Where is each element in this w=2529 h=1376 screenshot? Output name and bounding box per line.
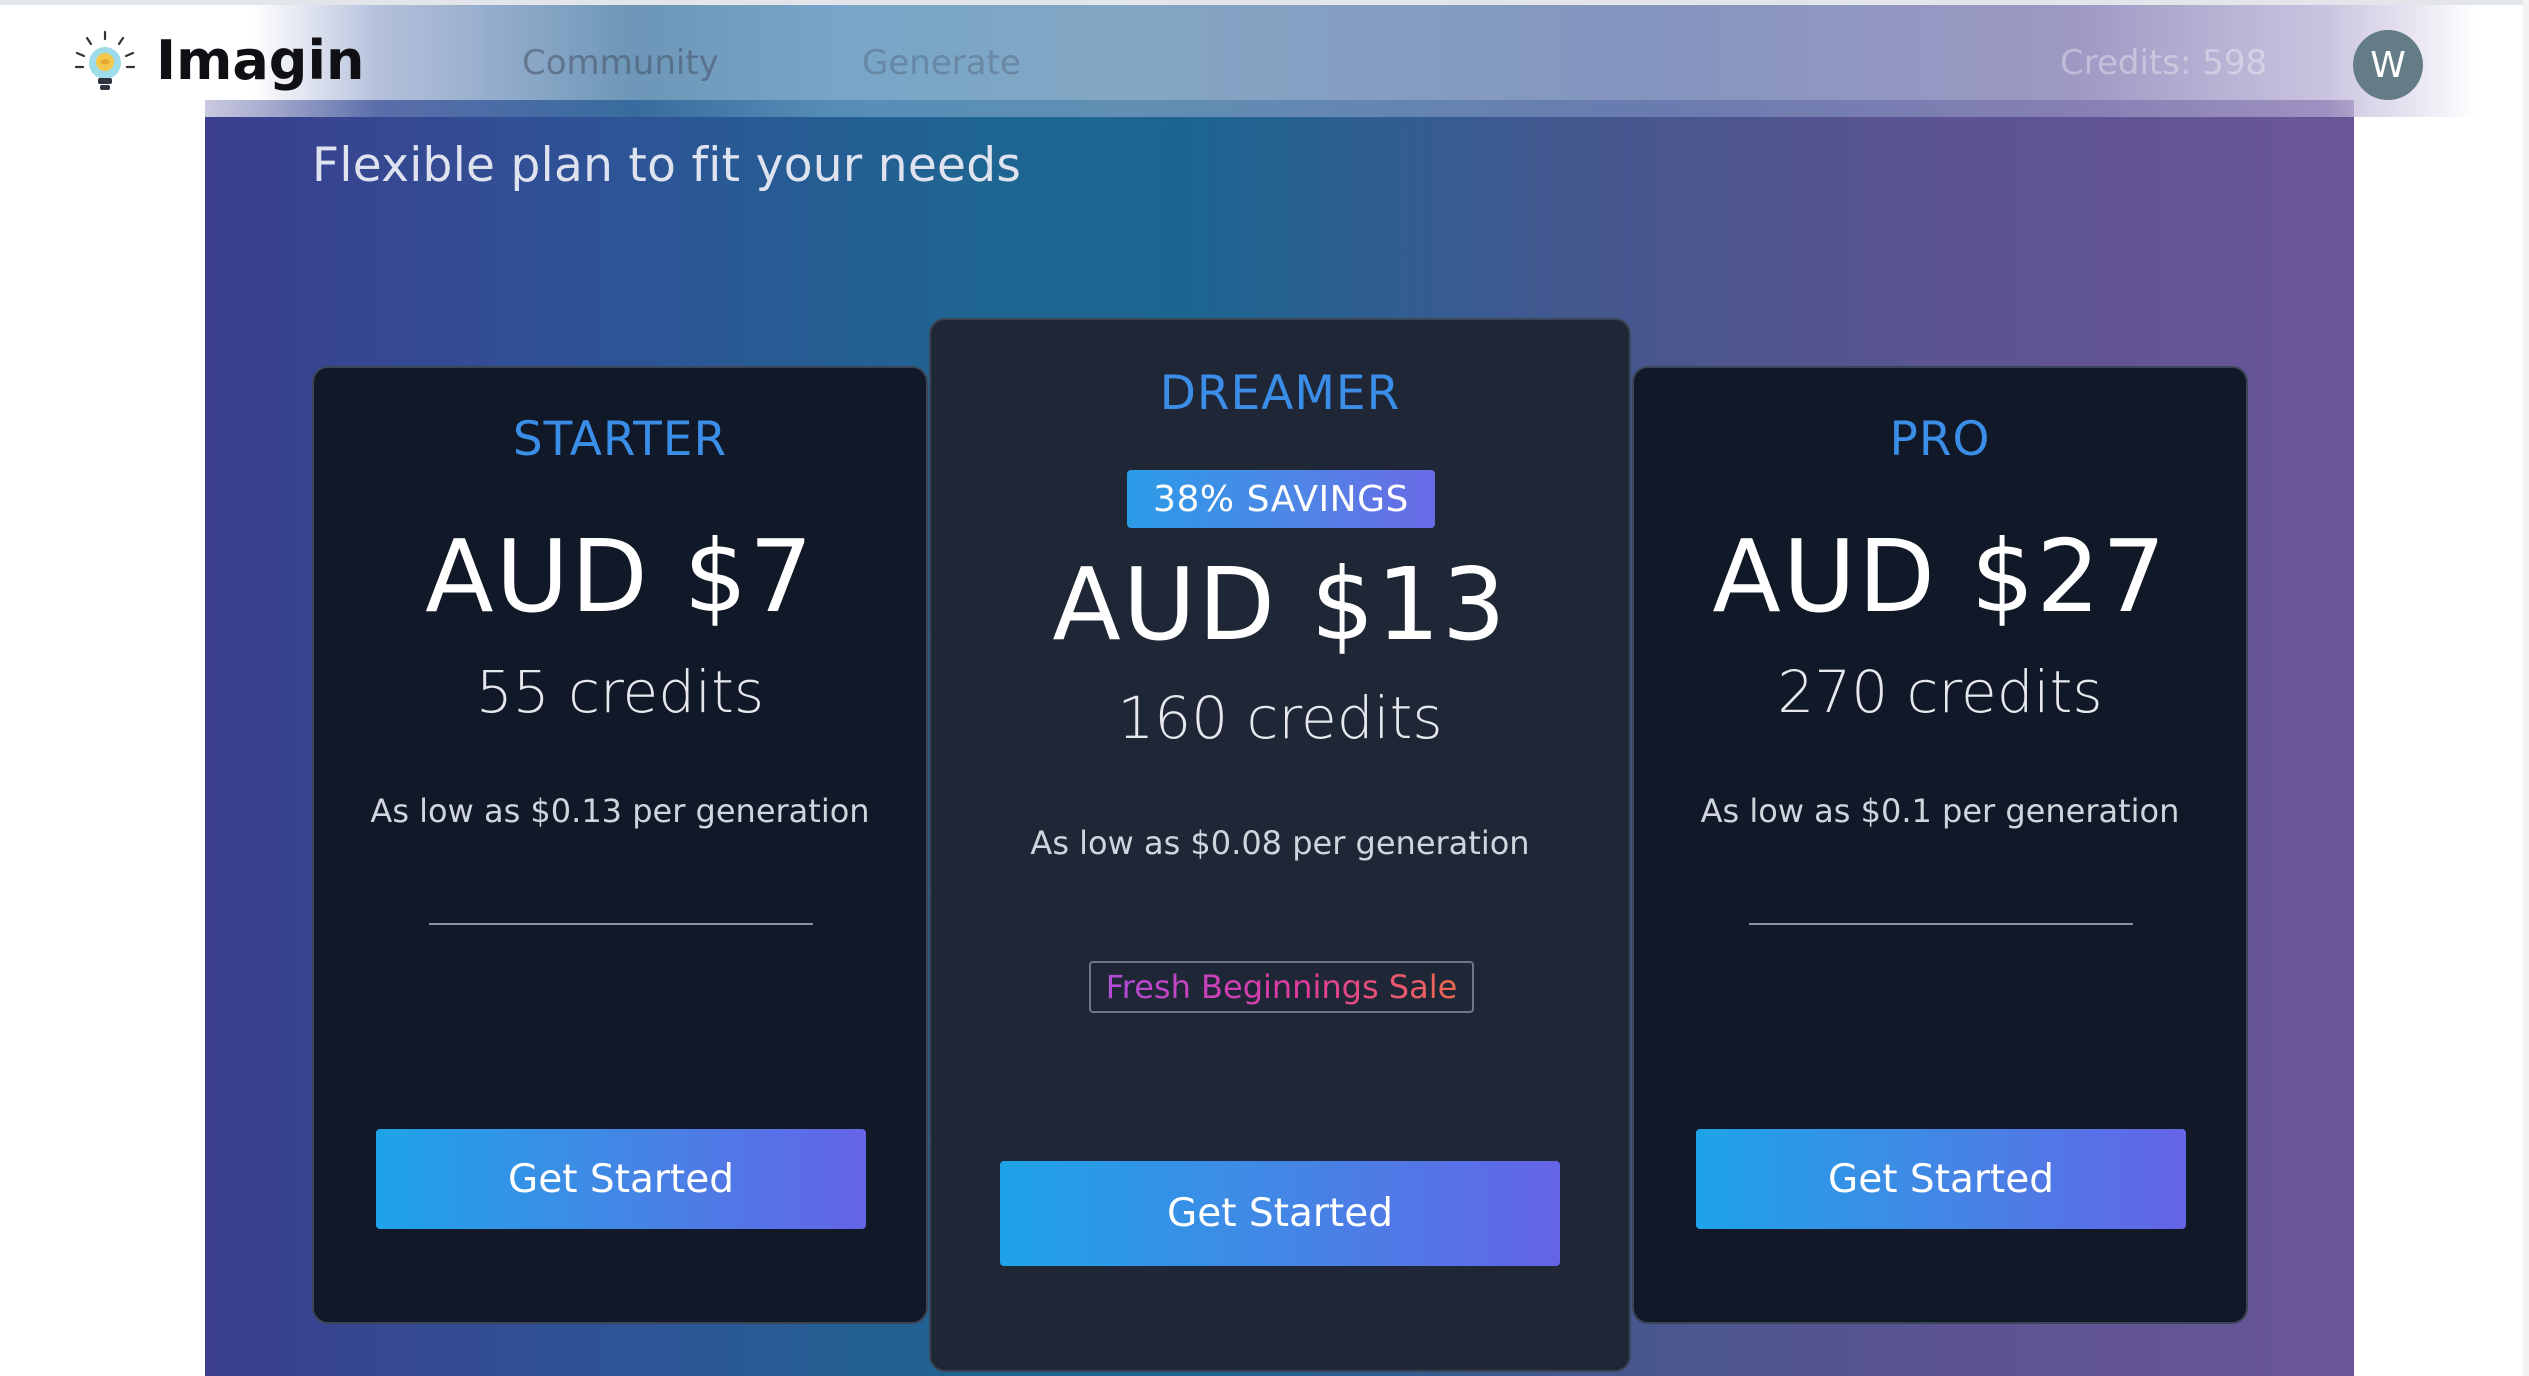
get-started-button-pro[interactable]: Get Started [1696, 1129, 2186, 1229]
plan-card-dreamer: DREAMER 38% SAVINGS AUD $13 160 credits … [929, 318, 1631, 1372]
promo-badge: Fresh Beginnings Sale [1089, 961, 1474, 1013]
plan-per-generation: As low as $0.1 per generation [1700, 792, 2180, 830]
plan-per-generation: As low as $0.08 per generation [1030, 824, 1530, 862]
divider [1749, 923, 2133, 925]
pricing-headline: Flexible plan to fit your needs [312, 138, 1022, 193]
page-scrollbar[interactable] [2523, 0, 2529, 1376]
plan-credits: 270 credits [1777, 658, 2103, 726]
plan-per-generation: As low as $0.13 per generation [370, 792, 870, 830]
plan-name: STARTER [512, 412, 728, 467]
plan-credits: 55 credits [475, 658, 765, 726]
brand-name[interactable]: Imagin [156, 29, 364, 92]
user-avatar[interactable]: W [2353, 30, 2423, 100]
plan-name: DREAMER [1159, 366, 1401, 421]
savings-badge: 38% SAVINGS [1127, 470, 1435, 528]
nav-generate-link[interactable]: Generate [862, 43, 1021, 83]
plan-price: AUD $7 [425, 518, 815, 635]
avatar-initial: W [2370, 44, 2406, 86]
divider [429, 923, 813, 925]
top-nav: Imagin Community Generate Credits: 598 W [0, 5, 2529, 117]
nav-community-link[interactable]: Community [522, 43, 719, 83]
credits-balance: Credits: 598 [2060, 43, 2268, 83]
plan-credits: 160 credits [1117, 684, 1443, 752]
plan-name: PRO [1889, 412, 1991, 467]
plan-price: AUD $27 [1712, 518, 2168, 635]
plan-card-starter: STARTER AUD $7 55 credits As low as $0.1… [312, 366, 928, 1324]
plan-price: AUD $13 [1052, 546, 1508, 663]
plan-card-pro: PRO AUD $27 270 credits As low as $0.1 p… [1632, 366, 2248, 1324]
lightbulb-logo-icon[interactable] [72, 29, 138, 95]
get-started-button-dreamer[interactable]: Get Started [1000, 1161, 1560, 1266]
promo-label: Fresh Beginnings Sale [1105, 968, 1458, 1006]
get-started-button-starter[interactable]: Get Started [376, 1129, 866, 1229]
